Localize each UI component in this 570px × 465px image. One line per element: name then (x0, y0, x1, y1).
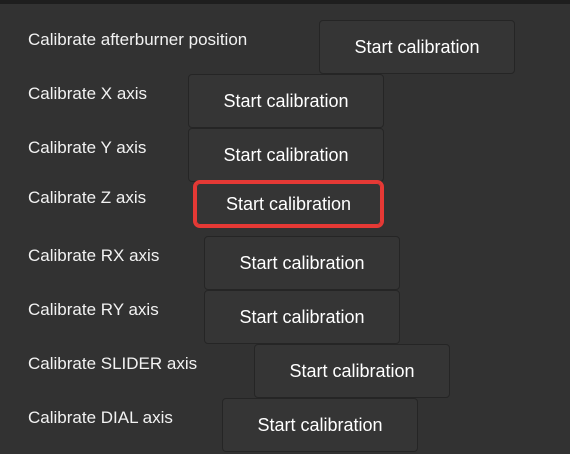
start-calibration-x-axis-button[interactable]: Start calibration (188, 74, 384, 128)
calibration-row-rx-axis: Calibrate RX axis Start calibration (28, 236, 558, 290)
calibration-label-rx-axis: Calibrate RX axis (28, 246, 160, 265)
calibration-label-afterburner: Calibrate afterburner position (28, 30, 248, 49)
start-calibration-dial-axis-button[interactable]: Start calibration (222, 398, 418, 452)
calibration-label-slider-axis: Calibrate SLIDER axis (28, 354, 198, 373)
calibration-row-dial-axis: Calibrate DIAL axis Start calibration (28, 398, 558, 452)
calibration-row-slider-axis: Calibrate SLIDER axis Start calibration (28, 344, 558, 398)
calibration-label-z-axis: Calibrate Z axis (28, 188, 147, 207)
calibration-label-dial-axis: Calibrate DIAL axis (28, 408, 173, 427)
calibration-label-ry-axis: Calibrate RY axis (28, 300, 159, 319)
start-calibration-rx-axis-button[interactable]: Start calibration (204, 236, 400, 290)
start-calibration-slider-axis-button[interactable]: Start calibration (254, 344, 450, 398)
calibration-row-z-axis: Calibrate Z axis Start calibration (28, 178, 558, 232)
start-calibration-afterburner-button[interactable]: Start calibration (319, 20, 515, 74)
calibration-label-x-axis: Calibrate X axis (28, 84, 148, 103)
calibration-row-afterburner: Calibrate afterburner position Start cal… (28, 20, 558, 74)
calibration-row-x-axis: Calibrate X axis Start calibration (28, 74, 558, 128)
calibration-row-ry-axis: Calibrate RY axis Start calibration (28, 290, 558, 344)
calibration-label-y-axis: Calibrate Y axis (28, 138, 147, 157)
start-calibration-ry-axis-button[interactable]: Start calibration (204, 290, 400, 344)
calibration-panel: Calibrate afterburner position Start cal… (0, 0, 570, 454)
start-calibration-y-axis-button[interactable]: Start calibration (188, 128, 384, 182)
start-calibration-z-axis-button[interactable]: Start calibration (193, 180, 384, 228)
calibration-row-y-axis: Calibrate Y axis Start calibration (28, 128, 558, 182)
